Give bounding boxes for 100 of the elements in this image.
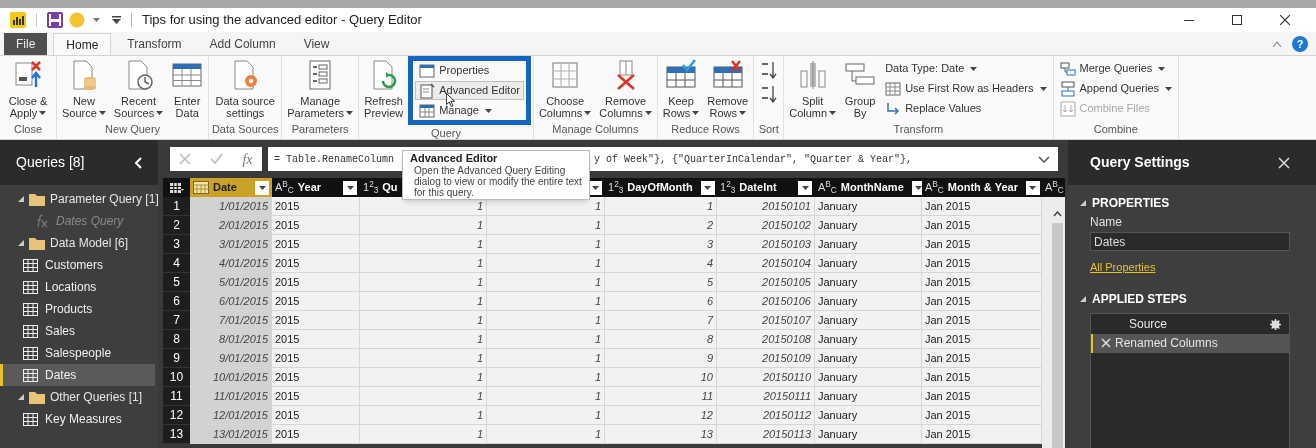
table-cell: 1 xyxy=(487,216,605,235)
table-cell: Jan 2015 xyxy=(922,368,1042,387)
table-cell: 1 xyxy=(360,368,487,387)
group-label: Query xyxy=(430,126,462,139)
group-label: New Query xyxy=(104,122,162,137)
row-number: 13 xyxy=(163,425,190,444)
table-cell: 2015 xyxy=(272,406,360,425)
table-cell: January xyxy=(815,406,922,425)
table-cell: 1 xyxy=(360,330,487,349)
table-cell: 1 xyxy=(360,311,487,330)
table-cell: 1 xyxy=(360,216,487,235)
row-number: 6 xyxy=(163,292,190,311)
table-cell: January xyxy=(815,349,922,368)
table-cell: 9/01/2015 xyxy=(190,349,272,368)
table-cell: Jan 2015 xyxy=(922,273,1042,292)
row-number: 9 xyxy=(163,349,190,368)
table-cell: Jan 2015 xyxy=(922,216,1042,235)
table-cell: 2015 xyxy=(272,254,360,273)
table-cell: 2015 xyxy=(272,216,360,235)
table-cell: 20150109 xyxy=(717,349,815,368)
table-cell: Jan 2015 xyxy=(922,197,1042,216)
table-cell: 4/01/2015 xyxy=(190,254,272,273)
table-cell: 2015 xyxy=(272,235,360,254)
table-cell: 2015 xyxy=(272,292,360,311)
table-cell: 20150101 xyxy=(717,197,815,216)
table-cell: 1/01/2015 xyxy=(190,197,272,216)
table-cell: 1 xyxy=(487,330,605,349)
group-label: Reduce Rows xyxy=(670,122,741,137)
group-label: Combine xyxy=(1092,122,1139,137)
table-cell: 1 xyxy=(487,292,605,311)
group-label: Manage Columns xyxy=(551,122,640,137)
table-cell: 20150113 xyxy=(717,425,815,444)
table-cell: 20150111 xyxy=(717,387,815,406)
row-number: 8 xyxy=(163,330,190,349)
table-cell: 1 xyxy=(360,292,487,311)
table-cell: 1 xyxy=(360,273,487,292)
table-cell: 1 xyxy=(360,235,487,254)
panel-title: Queries [8] xyxy=(16,153,85,172)
table-cell: 3/01/2015 xyxy=(190,235,272,254)
table-cell: 4 xyxy=(605,254,717,273)
table-cell: 20150102 xyxy=(717,216,815,235)
table-cell: 11 xyxy=(605,387,717,406)
group-label: Data Sources xyxy=(210,122,280,137)
table-cell: Jan 2015 xyxy=(922,254,1042,273)
table-cell: 2 xyxy=(605,216,717,235)
table-cell: 6/01/2015 xyxy=(190,292,272,311)
row-number: 5 xyxy=(163,273,190,292)
table-cell: 8 xyxy=(605,330,717,349)
table-cell: 11/01/2015 xyxy=(190,387,272,406)
table-cell: 7 xyxy=(605,311,717,330)
table-cell: January xyxy=(815,273,922,292)
table-cell: 1 xyxy=(487,368,605,387)
table-cell: 1 xyxy=(487,254,605,273)
table-cell: Jan 2015 xyxy=(922,406,1042,425)
table-cell: January xyxy=(815,235,922,254)
row-number: 1 xyxy=(163,197,190,216)
row-number: 4 xyxy=(163,254,190,273)
table-cell: January xyxy=(815,292,922,311)
table-cell: 2015 xyxy=(272,387,360,406)
table-cell: 7/01/2015 xyxy=(190,311,272,330)
table-cell: 2015 xyxy=(272,425,360,444)
table-cell: 20150110 xyxy=(717,368,815,387)
table-cell: January xyxy=(815,425,922,444)
table-cell: 2/01/2015 xyxy=(190,216,272,235)
table-cell: 1 xyxy=(487,311,605,330)
table-cell: January xyxy=(815,254,922,273)
row-number: 3 xyxy=(163,235,190,254)
table-cell: 1 xyxy=(487,273,605,292)
table-cell: 1 xyxy=(487,235,605,254)
table-cell: January xyxy=(815,387,922,406)
table-cell: 12/01/2015 xyxy=(190,406,272,425)
table-cell: 2015 xyxy=(272,349,360,368)
tooltip-title: Advanced Editor xyxy=(410,152,499,165)
table-cell: 2015 xyxy=(272,368,360,387)
table-cell: 10 xyxy=(605,368,717,387)
group-label: Sort xyxy=(757,122,780,137)
table-cell: Jan 2015 xyxy=(922,292,1042,311)
table-cell: 1 xyxy=(360,349,487,368)
table-cell: 1 xyxy=(487,425,605,444)
table-cell: 1 xyxy=(487,349,605,368)
row-number: 11 xyxy=(163,387,190,406)
table-cell: Jan 2015 xyxy=(922,387,1042,406)
group-label: Close xyxy=(12,122,44,137)
table-cell: January xyxy=(815,311,922,330)
table-cell: 13 xyxy=(605,425,717,444)
table-cell: 20150112 xyxy=(717,406,815,425)
table-cell: 2015 xyxy=(272,197,360,216)
table-cell: 5/01/2015 xyxy=(190,273,272,292)
table-cell: 20150104 xyxy=(717,254,815,273)
field-label: Name xyxy=(1090,214,1123,231)
table-cell: Jan 2015 xyxy=(922,311,1042,330)
group-label: Transform xyxy=(892,122,945,137)
table-cell: 20150103 xyxy=(717,235,815,254)
table-cell: 1 xyxy=(360,254,487,273)
panel-title: Query Settings xyxy=(1090,153,1190,172)
table-cell: 2015 xyxy=(272,273,360,292)
table-cell: 1 xyxy=(487,387,605,406)
table-cell: 12 xyxy=(605,406,717,425)
table-cell: 8/01/2015 xyxy=(190,330,272,349)
table-cell: 10/01/2015 xyxy=(190,368,272,387)
